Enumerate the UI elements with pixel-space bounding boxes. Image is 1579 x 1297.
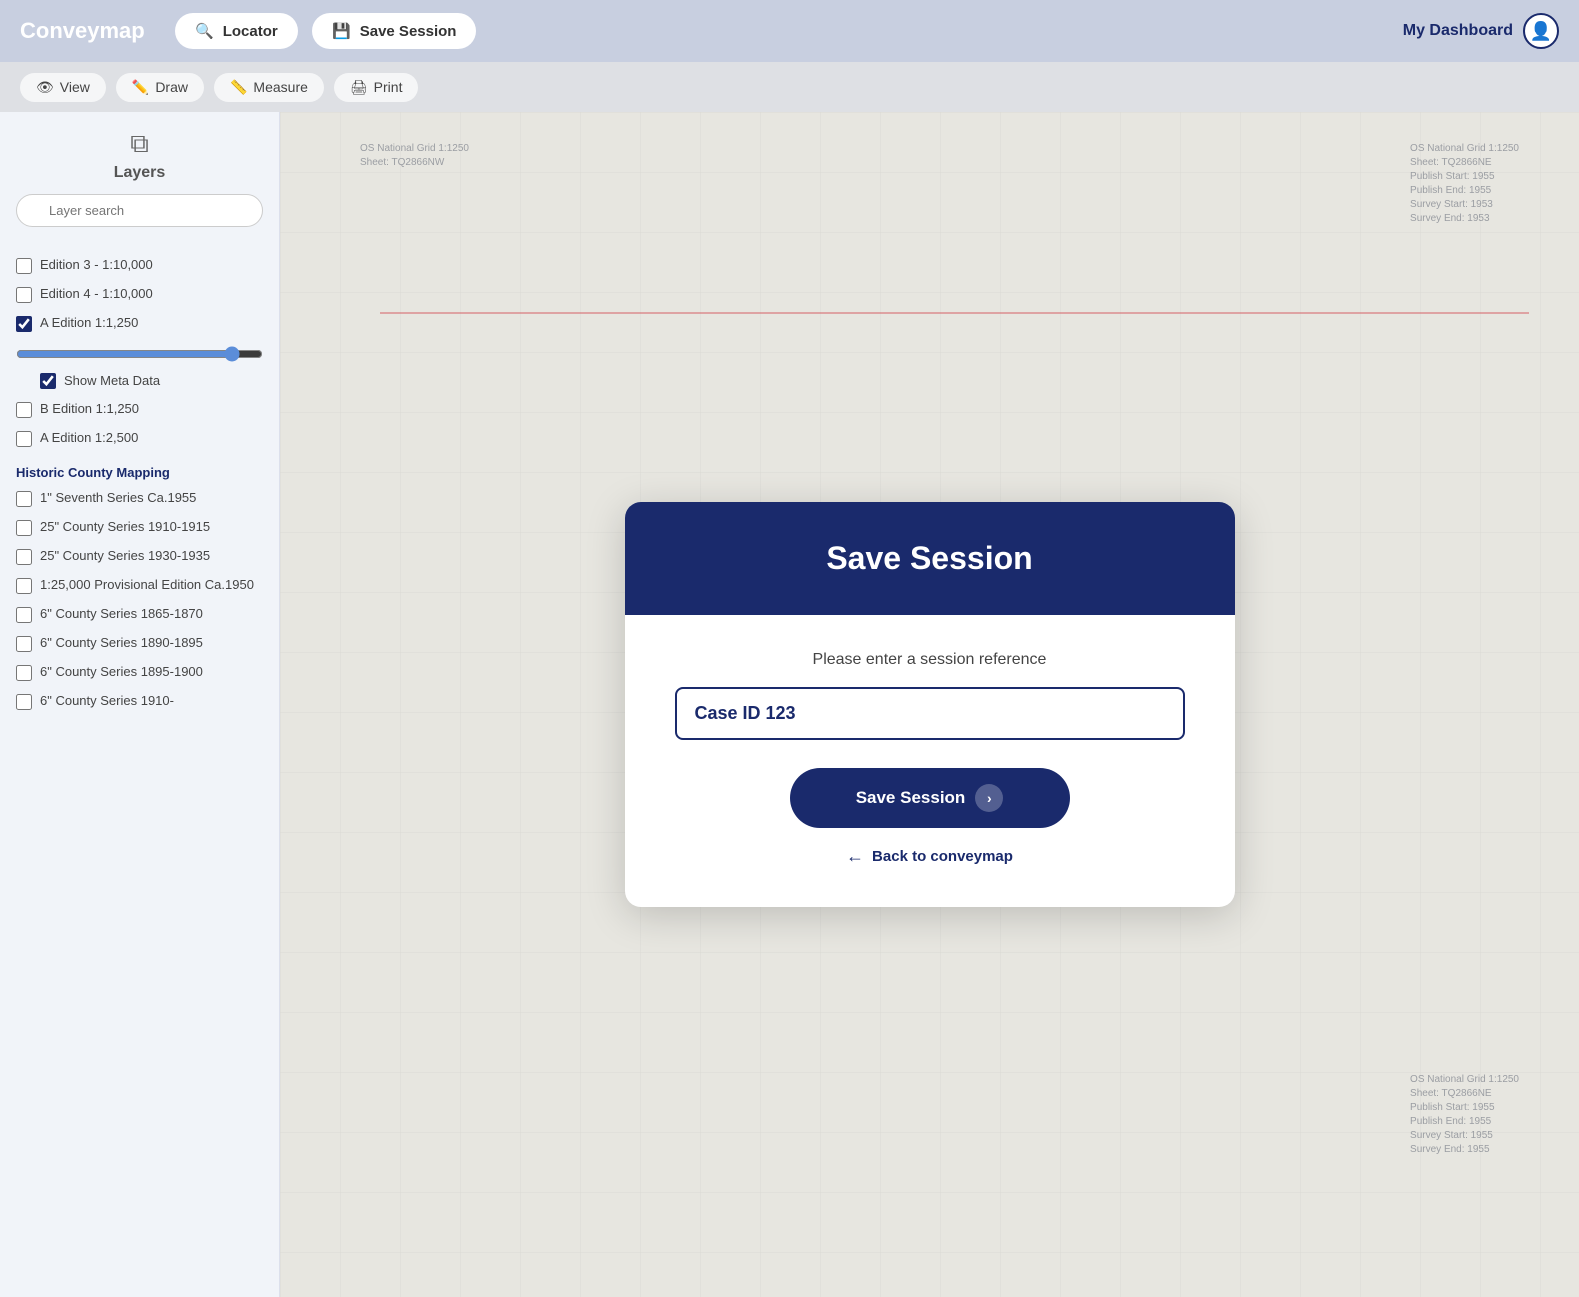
measure-icon: 📏 xyxy=(230,79,247,96)
topbar: Conveymap 🔍 Locator 💾 Save Session My Da… xyxy=(0,0,1579,62)
avatar: 👤 xyxy=(1523,13,1559,49)
layer-item: A Edition 1:1,250 xyxy=(16,313,263,334)
back-link-label: Back to conveymap xyxy=(872,848,1013,865)
layer-item: A Edition 1:2,500 xyxy=(16,428,263,449)
layer-label-county1895: 6" County Series 1895-1900 xyxy=(40,664,203,681)
layer-item: 6" County Series 1910- xyxy=(16,691,263,712)
search-wrapper: 🔍 xyxy=(16,194,263,241)
back-to-conveymap-button[interactable]: ← Back to conveymap xyxy=(846,846,1013,867)
session-reference-input[interactable] xyxy=(675,687,1185,740)
map-area[interactable]: OS National Grid 1:1250Sheet: TQ2866NW O… xyxy=(280,112,1579,1297)
layer-label-aedition1250: A Edition 1:1,250 xyxy=(40,315,138,332)
layer-checkbox-bedition[interactable] xyxy=(16,402,32,418)
modal-save-label: Save Session xyxy=(856,788,966,808)
main-content: ⧉ Layers 🔍 Edition 3 - 1:10,000 Edition … xyxy=(0,112,1579,1297)
draw-label: Draw xyxy=(155,79,188,95)
dashboard-link[interactable]: My Dashboard 👤 xyxy=(1403,13,1559,49)
toolbar: 👁 View ✏️ Draw 📏 Measure 🖨 Print xyxy=(0,62,1579,112)
layer-checkbox-county1930[interactable] xyxy=(16,549,32,565)
view-icon: 👁 xyxy=(36,79,54,96)
layer-item: Edition 4 - 1:10,000 xyxy=(16,284,263,305)
layers-icon: ⧉ xyxy=(130,128,149,160)
view-label: View xyxy=(60,79,90,95)
back-arrow-icon: ← xyxy=(846,846,864,867)
print-tool[interactable]: 🖨 Print xyxy=(334,73,419,102)
historic-section-header: Historic County Mapping xyxy=(16,465,263,480)
layer-checkbox-7thseries[interactable] xyxy=(16,491,32,507)
modal-body: Please enter a session reference Save Se… xyxy=(625,615,1235,907)
layer-checkbox-county1865[interactable] xyxy=(16,607,32,623)
modal-save-button[interactable]: Save Session › xyxy=(790,768,1070,828)
chevron-right-icon: › xyxy=(975,784,1003,812)
draw-tool[interactable]: ✏️ Draw xyxy=(116,73,204,102)
layer-item: 6" County Series 1865-1870 xyxy=(16,604,263,625)
layer-label-county1930: 25" County Series 1930-1935 xyxy=(40,548,210,565)
locator-button[interactable]: 🔍 Locator xyxy=(175,13,298,49)
dashboard-label: My Dashboard xyxy=(1403,22,1513,40)
save-session-modal: Save Session Please enter a session refe… xyxy=(625,502,1235,907)
layer-label-bedition: B Edition 1:1,250 xyxy=(40,401,139,418)
layer-label-county1865: 6" County Series 1865-1870 xyxy=(40,606,203,623)
locator-icon: 🔍 xyxy=(195,21,215,41)
layer-label-aedition2500: A Edition 1:2,500 xyxy=(40,430,138,447)
layer-label-7thseries: 1" Seventh Series Ca.1955 xyxy=(40,490,196,507)
sidebar: ⧉ Layers 🔍 Edition 3 - 1:10,000 Edition … xyxy=(0,112,280,1297)
modal-overlay: Save Session Please enter a session refe… xyxy=(280,112,1579,1297)
show-meta-item: Show Meta Data xyxy=(16,370,263,391)
save-icon: 💾 xyxy=(332,21,352,41)
layer-label-county1910h: 6" County Series 1910- xyxy=(40,693,174,710)
layer-checkbox-provisional1950[interactable] xyxy=(16,578,32,594)
layer-label-county1910: 25" County Series 1910-1915 xyxy=(40,519,210,536)
layer-checkbox-edition3[interactable] xyxy=(16,258,32,274)
opacity-slider[interactable] xyxy=(16,346,263,362)
layer-label-provisional1950: 1:25,000 Provisional Edition Ca.1950 xyxy=(40,577,254,594)
layer-item: 1" Seventh Series Ca.1955 xyxy=(16,488,263,509)
modal-title: Save Session xyxy=(665,540,1195,577)
print-icon: 🖨 xyxy=(350,79,368,96)
modal-header: Save Session xyxy=(625,502,1235,615)
show-meta-checkbox[interactable] xyxy=(40,373,56,389)
save-session-button[interactable]: 💾 Save Session xyxy=(312,13,477,49)
layer-checkbox-aedition2500[interactable] xyxy=(16,431,32,447)
layers-title: Layers xyxy=(114,164,166,182)
layer-checkbox-aedition1250[interactable] xyxy=(16,316,32,332)
layer-label-edition3: Edition 3 - 1:10,000 xyxy=(40,257,153,274)
layer-search-input[interactable] xyxy=(16,194,263,227)
layer-checkbox-county1910[interactable] xyxy=(16,520,32,536)
layer-checkbox-county1910h[interactable] xyxy=(16,694,32,710)
layer-item: 25" County Series 1910-1915 xyxy=(16,517,263,538)
layer-item: 25" County Series 1930-1935 xyxy=(16,546,263,567)
layer-checkbox-county1890[interactable] xyxy=(16,636,32,652)
layer-item: B Edition 1:1,250 xyxy=(16,399,263,420)
locator-label: Locator xyxy=(223,23,278,40)
print-label: Print xyxy=(374,79,403,95)
app-logo: Conveymap xyxy=(20,18,145,44)
save-session-label: Save Session xyxy=(360,23,457,40)
measure-tool[interactable]: 📏 Measure xyxy=(214,73,324,102)
layer-checkbox-edition4[interactable] xyxy=(16,287,32,303)
layers-header: ⧉ Layers xyxy=(16,128,263,182)
view-tool[interactable]: 👁 View xyxy=(20,73,106,102)
modal-subtitle: Please enter a session reference xyxy=(813,651,1047,669)
measure-label: Measure xyxy=(253,79,307,95)
layer-item: 6" County Series 1895-1900 xyxy=(16,662,263,683)
layer-label-edition4: Edition 4 - 1:10,000 xyxy=(40,286,153,303)
layer-item: 1:25,000 Provisional Edition Ca.1950 xyxy=(16,575,263,596)
layer-label-county1890: 6" County Series 1890-1895 xyxy=(40,635,203,652)
layer-checkbox-county1895[interactable] xyxy=(16,665,32,681)
layer-item: 6" County Series 1890-1895 xyxy=(16,633,263,654)
layer-item: Edition 3 - 1:10,000 xyxy=(16,255,263,276)
draw-icon: ✏️ xyxy=(132,79,149,96)
show-meta-label: Show Meta Data xyxy=(64,373,160,388)
